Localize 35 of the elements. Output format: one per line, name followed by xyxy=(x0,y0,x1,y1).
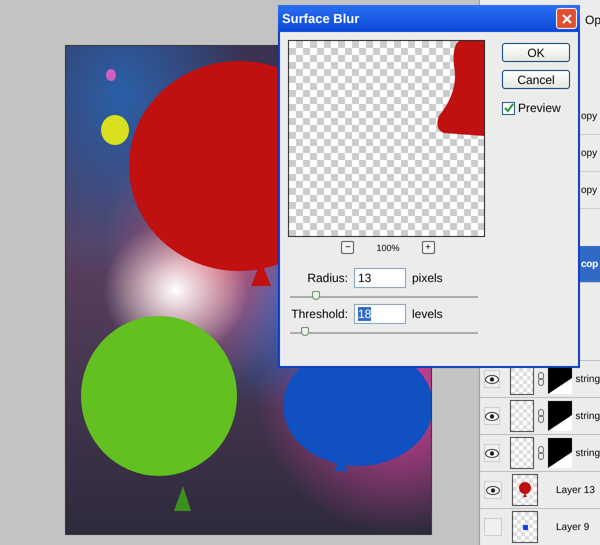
field-label: Threshold: xyxy=(290,307,348,321)
unit-label: levels xyxy=(412,307,443,321)
layer-name: Layer 13 xyxy=(556,484,595,496)
slider-thumb[interactable] xyxy=(301,327,310,336)
layer-name: string xyxy=(576,410,600,422)
unit-label: pixels xyxy=(412,271,443,285)
layer-thumbnail xyxy=(510,400,534,432)
input-field[interactable]: 13 xyxy=(354,268,406,288)
field-label: Radius: xyxy=(306,271,348,285)
visibility-toggle[interactable] xyxy=(484,444,500,462)
zoom-out-button[interactable]: − xyxy=(341,241,354,254)
visibility-toggle[interactable] xyxy=(484,481,502,499)
layer-name: string xyxy=(576,374,600,384)
visibility-toggle[interactable] xyxy=(484,370,500,388)
chain-link-icon xyxy=(538,372,544,386)
visibility-toggle[interactable] xyxy=(484,407,500,425)
cancel-button[interactable]: Cancel xyxy=(502,70,570,89)
input-field[interactable]: 18 xyxy=(354,304,406,324)
chain-link-icon xyxy=(538,409,544,423)
preview-checkbox[interactable] xyxy=(502,102,515,114)
close-icon xyxy=(560,12,572,24)
slider-thumb[interactable] xyxy=(312,291,320,300)
visibility-toggle[interactable] xyxy=(484,518,502,536)
layer-name: string xyxy=(576,448,600,458)
layer-thumbnail xyxy=(512,511,538,543)
close-button[interactable] xyxy=(556,8,577,29)
ok-button[interactable]: OK xyxy=(502,43,570,62)
zoom-level: 100% xyxy=(376,242,400,252)
checkbox-label: Preview xyxy=(518,101,561,115)
chain-link-icon xyxy=(538,446,544,460)
layer-thumbnail xyxy=(510,437,534,469)
layer-name: Layer 9 xyxy=(556,522,590,532)
zoom-in-button[interactable]: + xyxy=(422,241,435,254)
layer-thumbnail xyxy=(512,474,538,506)
dialog-title: Surface Blur xyxy=(282,11,360,26)
